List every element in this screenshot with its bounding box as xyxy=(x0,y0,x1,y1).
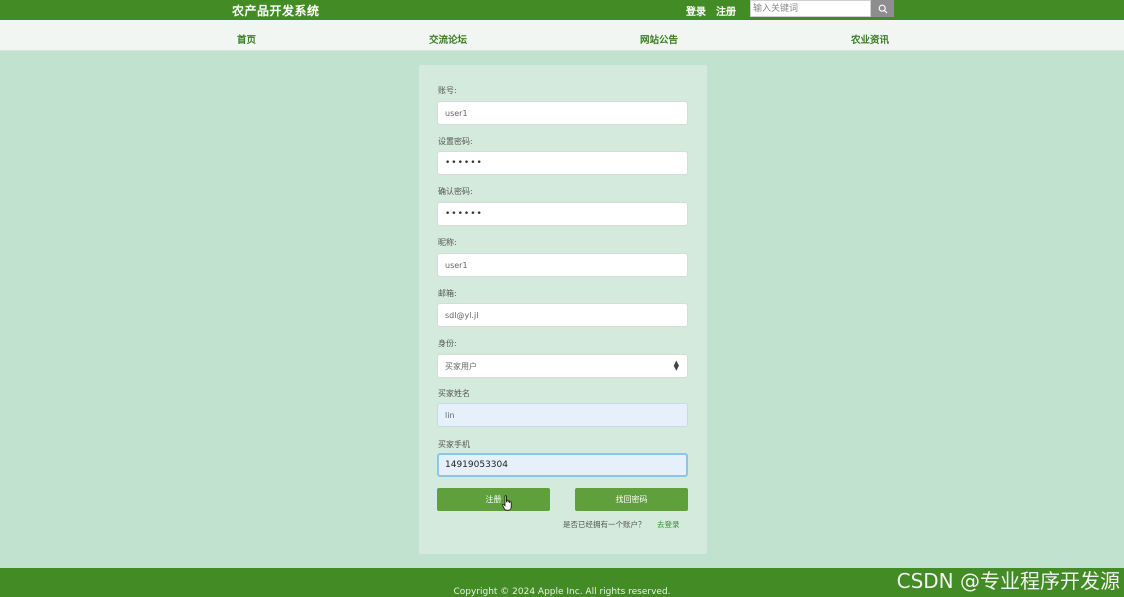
register-link[interactable]: 注册 xyxy=(716,3,736,18)
buyer-name-label: 买家姓名 xyxy=(438,389,470,398)
nickname-label: 昵称: xyxy=(438,238,457,247)
identity-select-value: 买家用户 xyxy=(445,361,477,371)
csdn-watermark: CSDN @专业程序开发源 xyxy=(896,569,1120,593)
site-title: 农产品开发系统 xyxy=(232,4,320,18)
go-login-link[interactable]: 去登录 xyxy=(657,519,680,530)
nickname-input[interactable]: user1 xyxy=(437,253,688,277)
account-label: 账号: xyxy=(438,86,457,95)
set-password-input[interactable]: •••••• xyxy=(437,151,688,175)
have-account-text: 是否已经拥有一个账户？ xyxy=(563,520,646,529)
top-header-bar: 农产品开发系统 登录 注册 xyxy=(0,0,1124,20)
buyer-phone-label: 买家手机 xyxy=(438,440,470,449)
email-input[interactable]: sdl@yl.jl xyxy=(437,303,688,327)
search-icon xyxy=(878,4,887,13)
identity-select[interactable]: 买家用户 ▲ ▼ xyxy=(437,354,688,378)
nav-item-forum[interactable]: 交流论坛 xyxy=(429,32,467,46)
login-link[interactable]: 登录 xyxy=(686,3,706,18)
register-button[interactable]: 注册 xyxy=(437,488,550,511)
buyer-name-input[interactable]: lin xyxy=(437,403,688,427)
search-input[interactable] xyxy=(750,0,871,17)
search-button[interactable] xyxy=(871,0,894,17)
nav-item-home[interactable]: 首页 xyxy=(237,32,256,46)
buyer-phone-input[interactable]: 14919053304 xyxy=(437,453,688,477)
nav-item-announcements[interactable]: 网站公告 xyxy=(640,32,678,46)
recover-password-button[interactable]: 找回密码 xyxy=(575,488,688,511)
main-nav: 首页 交流论坛 网站公告 农业资讯 xyxy=(0,20,1124,51)
select-caret-icon: ▲ ▼ xyxy=(673,359,679,372)
confirm-password-label: 确认密码: xyxy=(438,187,473,196)
confirm-password-input[interactable]: •••••• xyxy=(437,202,688,226)
hand-cursor-icon xyxy=(502,495,512,511)
email-label: 邮箱: xyxy=(438,289,457,298)
nav-item-agri-news[interactable]: 农业资讯 xyxy=(851,32,889,46)
account-input[interactable]: user1 xyxy=(437,101,688,125)
set-password-label: 设置密码: xyxy=(438,137,473,146)
identity-label: 身份: xyxy=(438,339,457,348)
